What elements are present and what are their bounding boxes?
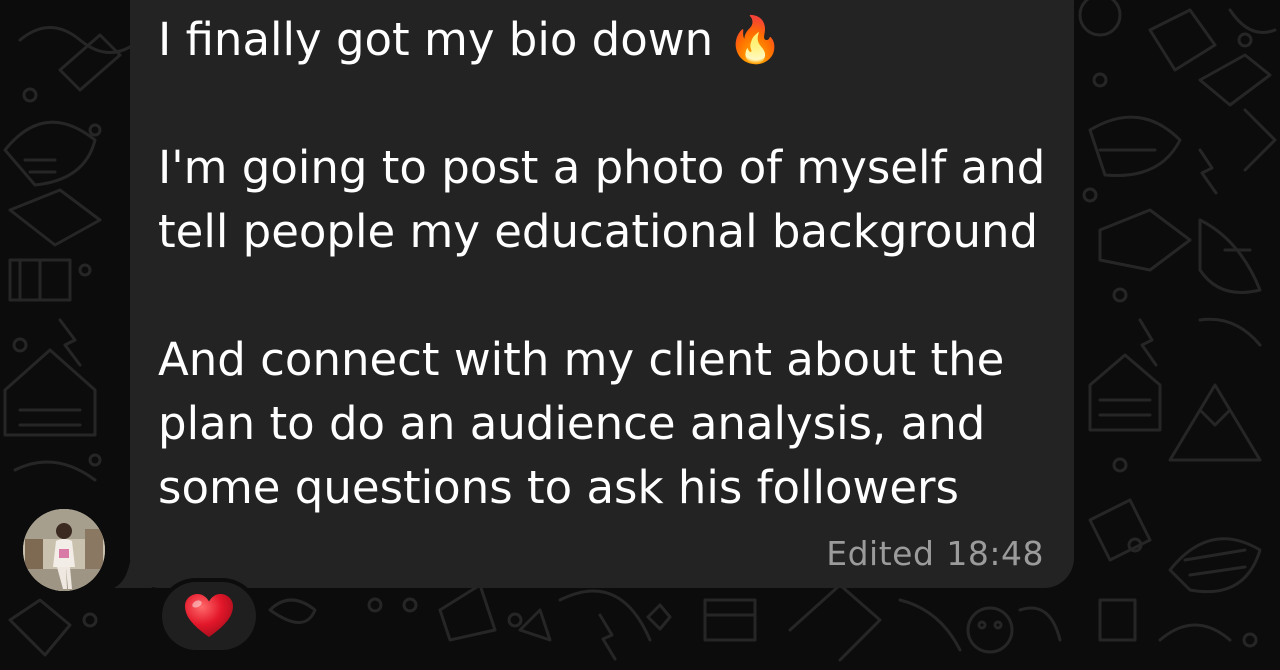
message-meta: Edited 18:48 (826, 532, 1044, 576)
sender-avatar[interactable] (23, 509, 105, 591)
red-heart-icon (185, 594, 233, 637)
chat-screen: I finally got my bio down 🔥 I'm going to… (0, 0, 1280, 670)
edited-label: Edited (826, 534, 935, 573)
reaction-pill[interactable] (158, 578, 260, 654)
message-text: I finally got my bio down 🔥 I'm going to… (158, 13, 1046, 514)
sender-profile-photo-icon (23, 509, 105, 591)
message-time: 18:48 (946, 534, 1044, 573)
